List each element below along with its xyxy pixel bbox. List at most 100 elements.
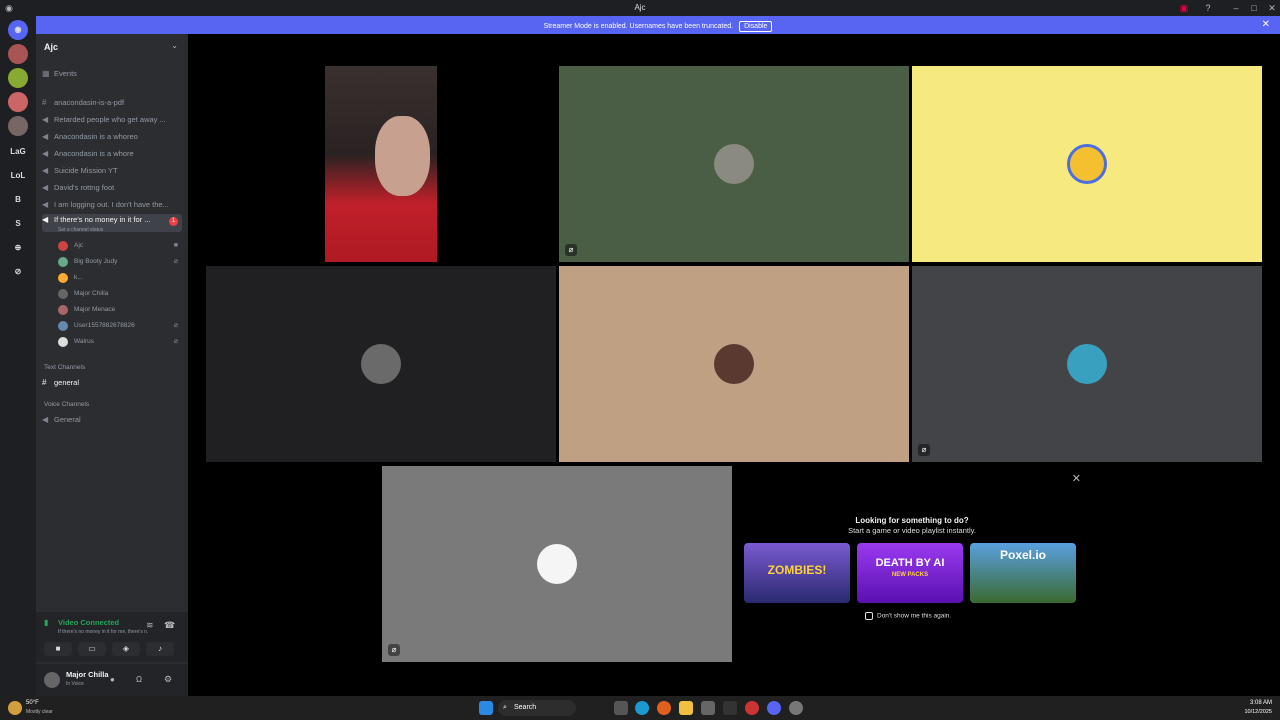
discord-taskbar-icon[interactable] (767, 701, 781, 715)
microphone-icon[interactable]: ● (110, 675, 115, 684)
video-tile[interactable] (325, 66, 437, 262)
inbox-icon[interactable]: ▣ (1179, 3, 1189, 13)
close-icon[interactable]: ✕ (1072, 472, 1081, 485)
video-tile[interactable] (206, 266, 556, 462)
voice-member[interactable]: Major Menace (58, 303, 184, 317)
server-s[interactable]: S (8, 214, 28, 234)
voice-channel-name[interactable]: If there's no money in it for me, there'… (58, 629, 148, 635)
events-item[interactable]: ▦ Events (42, 66, 182, 81)
server-lag[interactable]: LaG (8, 142, 28, 162)
participant-face (375, 116, 430, 196)
activity-button[interactable]: ◈ (112, 642, 140, 656)
channel-item[interactable]: # anacondasin-is-a-pdf (42, 95, 182, 110)
server-avatar-2[interactable] (8, 68, 28, 88)
weather-temp[interactable]: 50°F (26, 700, 39, 706)
help-icon[interactable]: ? (1203, 3, 1213, 13)
channel-item[interactable]: ◀ Suicide Mission YT (42, 163, 182, 178)
add-server-icon[interactable]: ⊕ (8, 238, 28, 258)
camera-button[interactable]: ■ (44, 642, 72, 656)
voice-channels-category[interactable]: Voice Channels (44, 401, 89, 408)
avatar (58, 257, 68, 267)
soundboard-button[interactable]: ♪ (146, 642, 174, 656)
weather-icon[interactable] (8, 701, 22, 715)
search-box[interactable]: ⌕ Search (498, 700, 576, 716)
maximize-icon[interactable]: □ (1249, 3, 1259, 13)
avatar (1067, 144, 1107, 184)
home-button[interactable]: ◉ (8, 20, 28, 40)
noise-suppression-icon[interactable]: ≋ (146, 620, 154, 631)
avatar (58, 289, 68, 299)
voice-member[interactable]: User1557882678826 ⌀ (58, 319, 184, 333)
channel-item[interactable]: ◀ I am logging out. I don't have the... (42, 197, 182, 212)
channel-item[interactable]: ◀ Retarded people who get away ... (42, 112, 182, 127)
video-tile[interactable] (559, 266, 909, 462)
screen-share-button[interactable]: ▭ (78, 642, 106, 656)
speaker-icon: ◀ (42, 215, 49, 224)
voice-member[interactable]: k... (58, 271, 184, 285)
start-icon[interactable] (479, 701, 493, 715)
clock-time[interactable]: 3:08 AM (1250, 700, 1272, 706)
speaker-icon: ◀ (42, 183, 49, 192)
app-icon[interactable] (745, 701, 759, 715)
voice-member[interactable]: Big Booty Judy ⌀ (58, 255, 184, 269)
avatar (361, 344, 401, 384)
user-name[interactable]: Major Chilla (66, 670, 109, 679)
user-avatar[interactable] (44, 672, 60, 688)
voice-member[interactable]: Walrus ⌀ (58, 335, 184, 349)
server-b[interactable]: B (8, 190, 28, 210)
close-window-icon[interactable]: ✕ (1267, 3, 1277, 13)
game-card[interactable]: DEATH BY AI NEW PACKS (857, 543, 963, 603)
voice-connection-panel: ▮ Video Connected If there's no money in… (36, 612, 188, 662)
speaker-icon: ◀ (42, 415, 49, 424)
minimize-icon[interactable]: – (1231, 3, 1241, 13)
voice-member[interactable]: Ajc ■ (58, 239, 184, 253)
disable-streamer-mode-button[interactable]: Disable (739, 21, 773, 32)
file-explorer-icon[interactable] (679, 701, 693, 715)
streamer-mode-banner: Streamer Mode is enabled. Usernames have… (36, 16, 1280, 34)
avatar (714, 144, 754, 184)
discover-icon[interactable]: ⊘ (8, 262, 28, 282)
voice-status[interactable]: Video Connected (58, 618, 119, 627)
app-icon[interactable] (723, 701, 737, 715)
speaker-icon: ◀ (42, 149, 49, 158)
clock-date[interactable]: 10/12/2025 (1244, 709, 1272, 715)
avatar (537, 544, 577, 584)
headphones-icon[interactable]: Ω (136, 675, 142, 684)
game-card[interactable]: Poxel.io (970, 543, 1076, 603)
channel-item[interactable]: ◀ Anacondasin is a whore (42, 146, 182, 161)
title-bar: ◉ Ajc ▣ ? – □ ✕ (0, 0, 1280, 16)
settings-taskbar-icon[interactable] (789, 701, 803, 715)
settings-icon[interactable]: ⚙ (164, 674, 172, 685)
text-channel-general[interactable]: # general (42, 375, 182, 390)
channel-item[interactable]: ◀ Anacondasin is a whoreo (42, 129, 182, 144)
weather-desc: Mostly clear (26, 709, 53, 715)
server-avatar-3[interactable] (8, 92, 28, 112)
video-tile[interactable]: ⌀ (382, 466, 732, 662)
channel-status[interactable]: Set a channel status (58, 224, 103, 232)
camera-icon: ■ (173, 242, 178, 249)
voice-member[interactable]: Major Chilla (58, 287, 184, 301)
app-icon[interactable] (657, 701, 671, 715)
guild-name[interactable]: Ajc (44, 42, 58, 52)
edge-icon[interactable] (635, 701, 649, 715)
video-tile[interactable]: ⌀ (559, 66, 909, 262)
channel-item[interactable]: ◀ David's rottng foot (42, 180, 182, 195)
disconnect-icon[interactable]: ☎ (164, 620, 175, 631)
server-lol[interactable]: LoL (8, 166, 28, 186)
task-view-icon[interactable] (614, 701, 628, 715)
server-avatar-4[interactable] (8, 116, 28, 136)
muted-icon: ⌀ (918, 444, 930, 456)
text-channels-category[interactable]: Text Channels (44, 364, 85, 371)
dont-show-again-checkbox[interactable]: Don't show me this again. (865, 612, 951, 620)
video-tile[interactable] (912, 66, 1262, 262)
banner-close-icon[interactable]: ✕ (1262, 19, 1270, 30)
server-avatar-1[interactable] (8, 44, 28, 64)
video-tile[interactable]: ⌀ (912, 266, 1262, 462)
hash-icon: # (42, 378, 47, 387)
store-icon[interactable] (701, 701, 715, 715)
active-voice-channel[interactable]: ◀ If there's no money in it for ... Set a … (42, 214, 182, 232)
speaker-icon: ◀ (42, 115, 49, 124)
chevron-down-icon[interactable]: ⌄ (171, 41, 178, 50)
voice-channel-general[interactable]: ◀ General (42, 412, 182, 427)
game-card[interactable]: ZOMBIES! (744, 543, 850, 603)
